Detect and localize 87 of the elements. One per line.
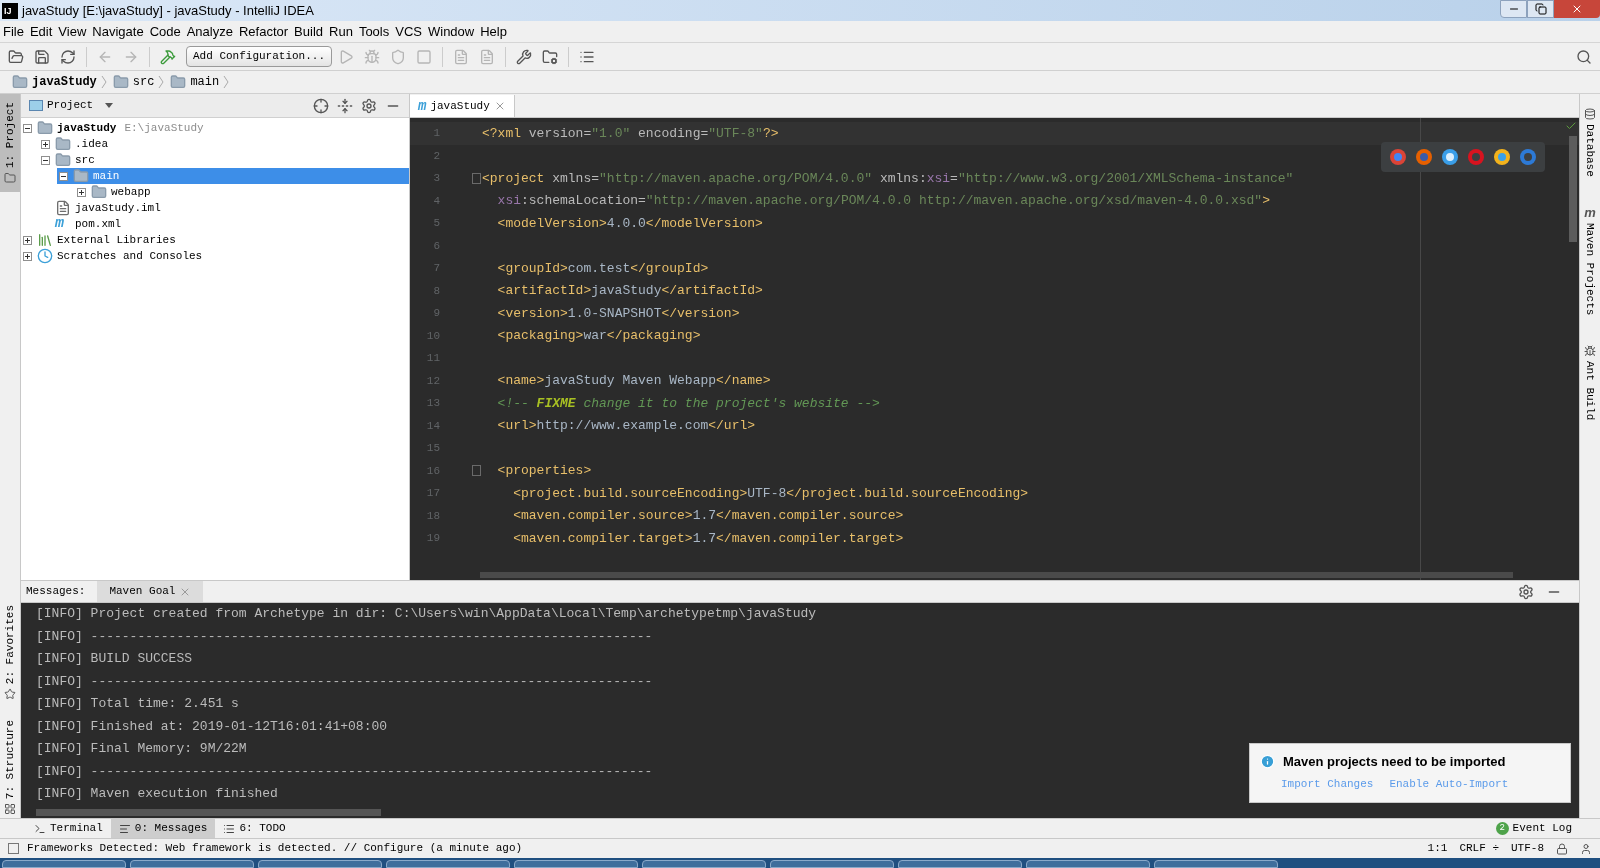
- menu-item[interactable]: Edit: [26, 21, 56, 42]
- line-number: 16: [425, 463, 440, 479]
- console-line: [INFO] Final Memory: 9M/22M: [36, 740, 247, 758]
- tool-window-tab[interactable]: m Maven Projects: [1580, 198, 1600, 324]
- notification-title: Maven projects need to be imported: [1283, 753, 1506, 771]
- tool-window-tab[interactable]: 7: Structure: [0, 712, 20, 818]
- line-number: 19: [425, 531, 440, 546]
- console-line: [INFO] Project created from Archetype in dir: C:\Users\win\AppData\Local\Temp\archetypetmp\javaStudy: [36, 605, 817, 623]
- code-line: <maven.compiler.target>1.7</maven.compiler.target>: [512, 529, 904, 548]
- breadcrumb[interactable]: src: [108, 73, 159, 91]
- code-line: xsi:schemaLocation="http://maven.apache.org/POM/4.0.0 http://maven.apache.org/xsd/maven-4.0.0.xsd">: [496, 192, 1270, 210]
- line-number: 3: [432, 171, 440, 186]
- editor-tab[interactable]: m javaStudy: [410, 95, 515, 117]
- menu-item[interactable]: Refactor: [235, 21, 292, 42]
- code-line: <artifactId>javaStudy</artifactId>: [496, 282, 763, 300]
- menu-item[interactable]: Window: [424, 21, 478, 42]
- tool-window-tab[interactable]: Database: [1580, 100, 1600, 185]
- code-line: <maven.compiler.source>1.7</maven.compiler.source>: [512, 507, 904, 525]
- menu-item[interactable]: Run: [326, 21, 356, 42]
- console-line: [INFO] ------------------------------------------------------------------------: [36, 627, 653, 646]
- code-line: <project.build.sourceEncoding>UTF-8</project.build.sourceEncoding>: [512, 484, 1029, 503]
- tree-item[interactable]: External Libraries: [21, 232, 409, 248]
- menu-item[interactable]: File: [0, 21, 27, 42]
- line-number: 14: [425, 418, 440, 434]
- code-line: <name>javaStudy Maven Webapp</name>: [496, 372, 771, 390]
- m-letter-icon: m: [1584, 206, 1596, 219]
- console-line: [INFO] ------------------------------------------------------------------------: [36, 672, 653, 691]
- code-line: <url>http://www.example.com</url>: [496, 417, 756, 435]
- tool-tab[interactable]: Maven Goal: [97, 581, 204, 602]
- line-number: 17: [425, 486, 440, 501]
- menu-item[interactable]: Build: [291, 21, 326, 42]
- code-line: <packaging>war</packaging>: [496, 327, 701, 345]
- line-separator[interactable]: CRLF ÷: [1459, 840, 1499, 857]
- m-letter-icon: m: [55, 216, 71, 232]
- tree-item[interactable]: javaStudy E:\javaStudy: [21, 120, 409, 136]
- line-number: 11: [425, 351, 440, 366]
- tree-item[interactable]: m pom.xml: [39, 216, 409, 232]
- code-line: <project xmlns="http://maven.apache.org/POM/4.0.0" xmlns:xsi="http://www.w3.org/2001/XMLSchema-instance": [482, 169, 1294, 188]
- code-line: <modelVersion>4.0.0</modelVersion>: [496, 214, 763, 233]
- tool-window-tab[interactable]: 2: Favorites: [0, 597, 20, 709]
- console-line: [INFO] Total time: 2.451 s: [36, 695, 239, 713]
- run-configuration-dropdown[interactable]: Add Configuration...: [186, 46, 333, 67]
- menu-item[interactable]: Navigate: [89, 21, 147, 42]
- code-line: <version>1.0-SNAPSHOT</version>: [496, 304, 740, 323]
- breadcrumb[interactable]: javaStudy: [8, 73, 101, 91]
- line-number: 13: [425, 396, 440, 411]
- code-line: <groupId>com.test</groupId>: [496, 259, 709, 278]
- file-encoding[interactable]: UTF-8: [1511, 840, 1544, 857]
- m-letter-icon: m: [418, 95, 427, 117]
- menu-item[interactable]: Tools: [355, 21, 393, 42]
- line-number: 10: [425, 328, 440, 344]
- project-view-dropdown[interactable]: Project: [29, 97, 114, 114]
- window-title: javaStudy [E:\javaStudy] - javaStudy - IntelliJ IDEA: [22, 1, 314, 20]
- event-log-button[interactable]: 2 Event Log: [1495, 820, 1572, 837]
- menu-item[interactable]: View: [55, 21, 90, 42]
- tree-item[interactable]: javaStudy.iml: [39, 200, 409, 216]
- tool-window-tab[interactable]: 0: Messages: [110, 819, 216, 838]
- line-number: 4: [432, 193, 440, 209]
- console-line: [INFO] BUILD SUCCESS: [36, 650, 193, 668]
- caret-position[interactable]: 1:1: [1427, 840, 1448, 857]
- menu-item[interactable]: VCS: [392, 21, 425, 42]
- module-path: E:\javaStudy: [124, 120, 204, 136]
- tool-window-tab[interactable]: 6: TODO: [215, 819, 294, 838]
- tool-window-title: Messages:: [26, 584, 86, 600]
- status-message: Frameworks Detected: Web framework is detected. // Configure (a minute ago): [27, 841, 523, 857]
- menu-item[interactable]: Code: [146, 21, 184, 42]
- code-line: <!-- FIXME change it to the project's website -->: [496, 394, 880, 413]
- console-line: [INFO] ------------------------------------------------------------------------: [36, 762, 653, 781]
- tree-item[interactable]: Scratches and Consoles: [21, 248, 409, 264]
- menu-item[interactable]: Help: [477, 21, 510, 42]
- tree-item[interactable]: webapp: [75, 184, 409, 200]
- line-number: 7: [432, 261, 440, 276]
- menu-item[interactable]: Analyze: [183, 21, 236, 42]
- line-number: 12: [425, 373, 440, 389]
- code-line: <?xml version="1.0" encoding="UTF-8"?>: [482, 124, 779, 143]
- line-number: 18: [425, 508, 440, 524]
- breadcrumb[interactable]: main: [166, 73, 224, 91]
- tool-window-tab[interactable]: 1: Project: [0, 94, 20, 192]
- console-line: [INFO] Finished at: 2019-01-12T16:01:41+08:00: [36, 717, 388, 736]
- line-number: 15: [425, 441, 440, 456]
- code-line: <properties>: [496, 462, 592, 480]
- tool-window-tab[interactable]: Ant Build: [1580, 337, 1600, 429]
- tree-item[interactable]: src: [39, 152, 409, 168]
- app-logo: IJ: [2, 2, 18, 19]
- tool-window-tab[interactable]: Terminal: [26, 819, 111, 838]
- console-line: [INFO] Maven execution finished: [36, 785, 278, 803]
- tree-item[interactable]: .idea: [39, 136, 409, 152]
